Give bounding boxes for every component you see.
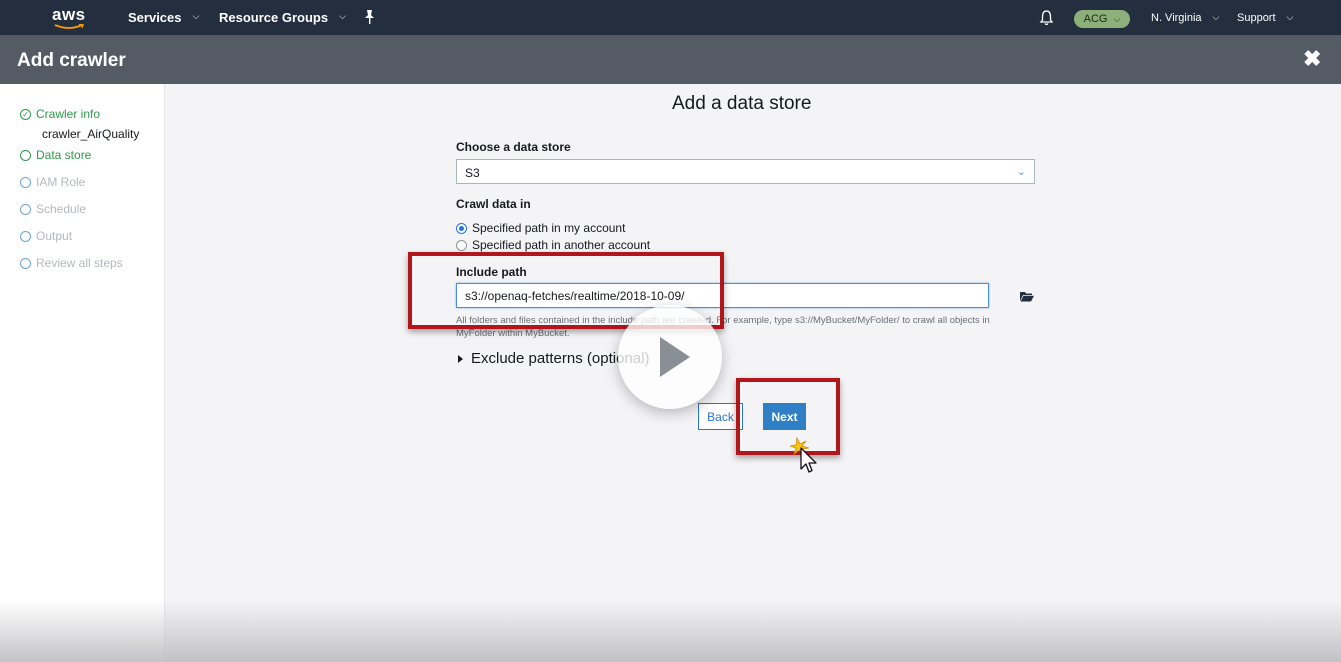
step-schedule[interactable]: Schedule: [20, 202, 86, 216]
chevron-down-icon: ⌵: [1212, 11, 1220, 22]
chevron-down-icon: ⌄: [1016, 166, 1026, 178]
bottom-fade: [0, 600, 1341, 662]
aws-logo[interactable]: aws: [52, 5, 86, 31]
crawler-name-value: crawler_AirQuality: [42, 127, 140, 141]
radio-label: Specified path in another account: [472, 238, 651, 252]
close-icon[interactable]: ✖: [1303, 48, 1321, 70]
step-review[interactable]: Review all steps: [20, 256, 123, 270]
step-label: Output: [36, 229, 73, 243]
chevron-down-icon: ⌵: [192, 11, 200, 21]
caret-right-icon: [458, 354, 463, 363]
circle-icon: [20, 230, 31, 242]
data-store-value: S3: [465, 166, 480, 180]
data-store-label: Choose a data store: [456, 140, 571, 154]
circle-icon: [20, 257, 31, 269]
region-label: N. Virginia: [1151, 12, 1202, 24]
radio-selected-icon[interactable]: [456, 222, 467, 234]
support-label: Support: [1237, 12, 1276, 24]
wizard-steps-sidebar: ✓ Crawler info crawler_AirQuality Data s…: [0, 84, 165, 662]
folder-open-icon[interactable]: [1020, 291, 1034, 302]
step-iam-role[interactable]: IAM Role: [20, 175, 85, 189]
aws-smile-icon: [54, 24, 84, 29]
step-label: Crawler info: [36, 107, 101, 121]
radio-my-account[interactable]: Specified path in my account: [456, 221, 625, 235]
page-title: Add crawler: [17, 50, 126, 71]
highlight-next-button: [736, 378, 840, 455]
step-data-store[interactable]: Data store: [20, 148, 91, 162]
aws-logo-text: aws: [52, 5, 86, 24]
radio-another-account[interactable]: Specified path in another account: [456, 238, 650, 252]
circle-icon: [20, 176, 31, 188]
chevron-down-icon: ⌵: [339, 11, 346, 21]
section-title: Add a data store: [672, 93, 812, 114]
data-store-select[interactable]: S3 ⌄: [456, 159, 1035, 184]
cursor-click-icon: [790, 436, 817, 473]
page-header: Add crawler ✖: [0, 35, 1341, 84]
top-nav-bar: aws Services ⌵ Resource Groups ⌵ ACG ⌵ N…: [0, 0, 1341, 35]
pin-icon[interactable]: [363, 9, 376, 25]
region-menu[interactable]: N. Virginia ⌵: [1151, 11, 1220, 25]
support-menu[interactable]: Support ⌵: [1237, 11, 1294, 25]
step-label: Review all steps: [36, 256, 123, 270]
step-crawler-info[interactable]: ✓ Crawler info: [20, 107, 100, 121]
account-label: ACG: [1083, 13, 1108, 25]
chevron-down-icon: ⌵: [1113, 13, 1121, 24]
circle-icon: [20, 149, 31, 161]
step-label: IAM Role: [36, 175, 86, 189]
crawl-data-label: Crawl data in: [456, 197, 531, 211]
services-label: Services: [128, 10, 182, 25]
radio-unselected-icon[interactable]: [456, 239, 467, 251]
step-output[interactable]: Output: [20, 229, 72, 243]
services-menu[interactable]: Services ⌵: [128, 10, 199, 25]
radio-label: Specified path in my account: [472, 221, 626, 235]
step-label: Data store: [36, 148, 92, 162]
chevron-down-icon: ⌵: [1286, 11, 1294, 22]
play-icon[interactable]: [618, 305, 722, 409]
bell-icon[interactable]: [1039, 9, 1054, 26]
resource-groups-menu[interactable]: Resource Groups ⌵: [219, 10, 346, 25]
check-circle-icon: ✓: [20, 108, 31, 120]
account-menu[interactable]: ACG ⌵: [1074, 10, 1130, 28]
resource-groups-label: Resource Groups: [219, 10, 329, 25]
step-label: Schedule: [36, 202, 87, 216]
circle-icon: [20, 203, 31, 215]
